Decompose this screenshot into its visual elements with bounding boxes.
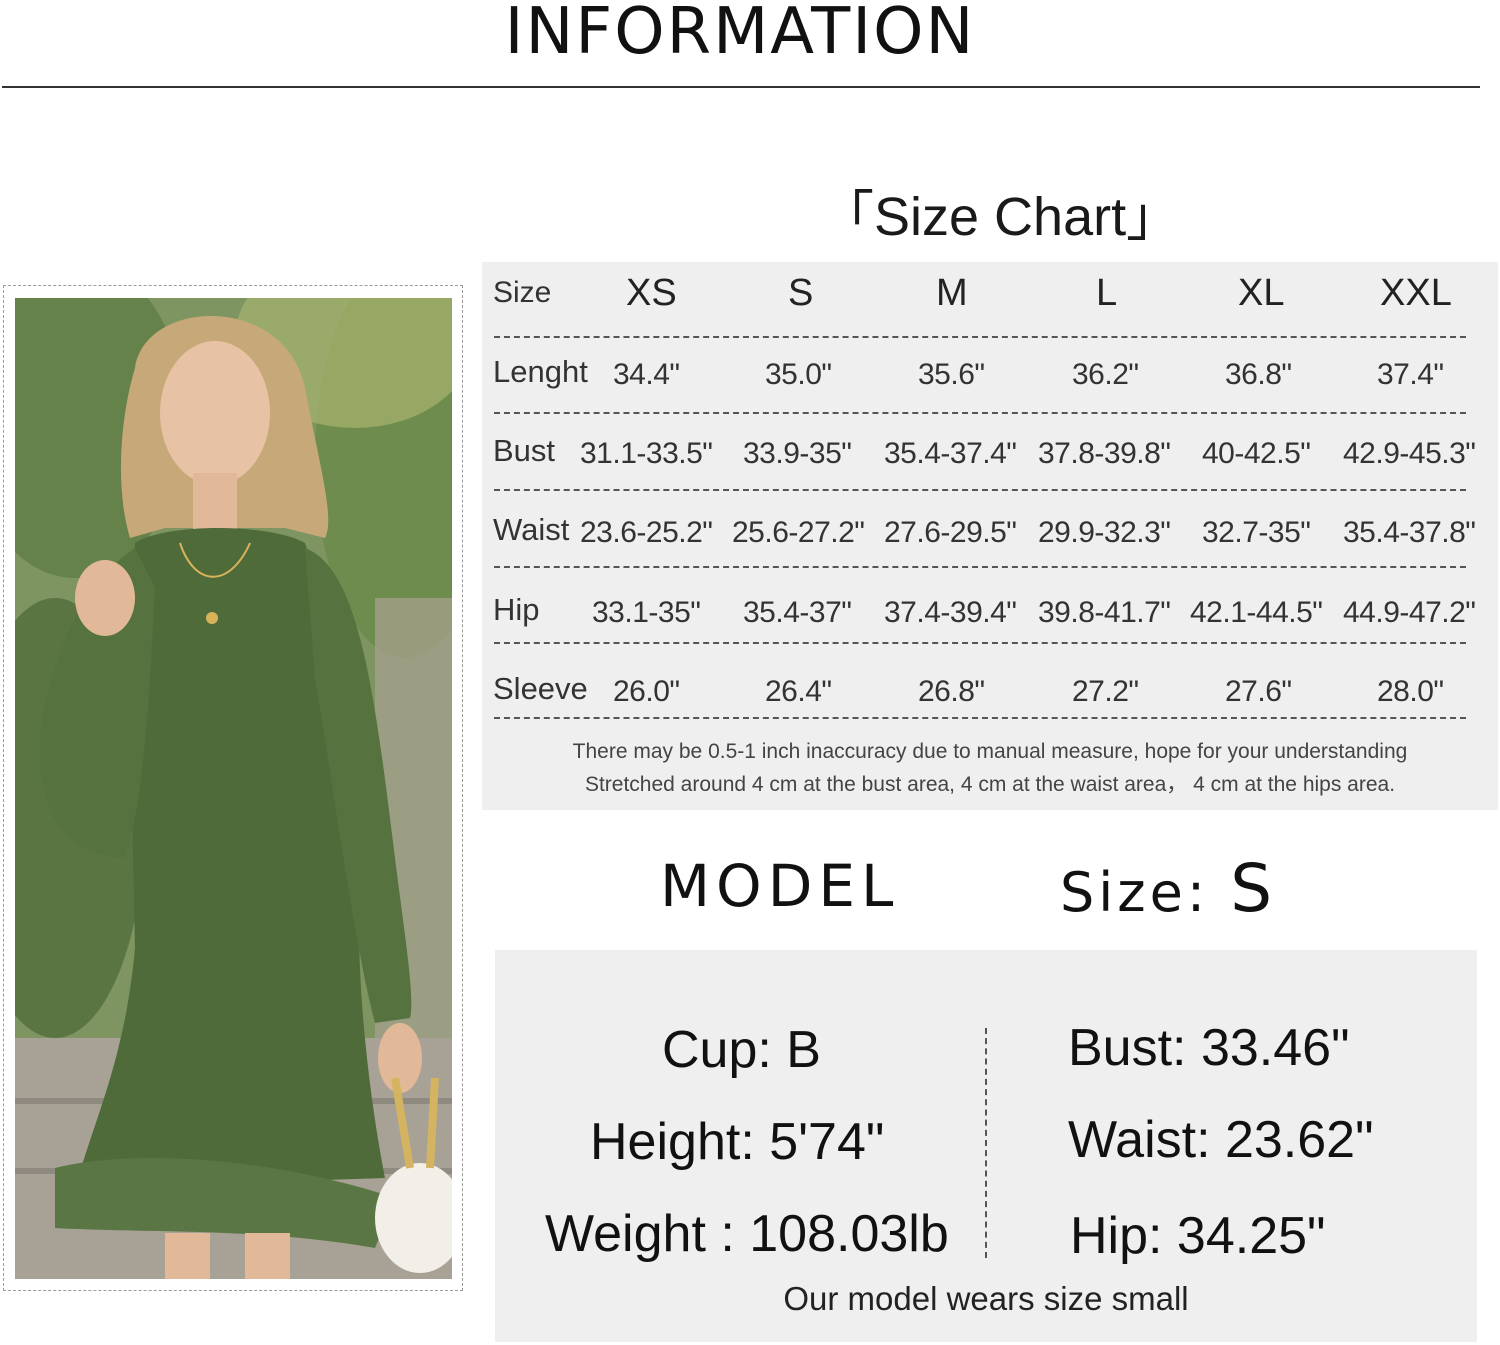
model-photo — [15, 298, 452, 1279]
cell-length-xs: 34.4" — [613, 358, 680, 391]
stretch-note: Stretched around 4 cm at the bust area, … — [584, 773, 1396, 796]
cell-length-l: 36.2" — [1072, 358, 1139, 391]
cell-hip-s: 35.4-37" — [743, 596, 852, 629]
size-col-xxl: XXL — [1380, 272, 1452, 314]
cell-sleeve-s: 26.4" — [765, 675, 832, 708]
row-label-length: Lenght — [493, 354, 588, 389]
cell-sleeve-xxl: 28.0" — [1377, 675, 1444, 708]
cell-hip-m: 37.4-39.4" — [884, 596, 1017, 629]
model-bust: Bust: 33.46" — [1068, 1019, 1350, 1077]
cell-length-s: 35.0" — [765, 358, 832, 391]
model-hip: Hip: 34.25" — [1070, 1207, 1326, 1265]
cell-length-xxl: 37.4" — [1377, 358, 1444, 391]
model-size-value: S — [1230, 850, 1277, 927]
model-photo-illustration — [15, 298, 452, 1279]
cell-sleeve-xl: 27.6" — [1225, 675, 1292, 708]
size-col-l: L — [1096, 272, 1118, 314]
row-divider — [494, 489, 1466, 491]
cell-bust-xxl: 42.9-45.3" — [1343, 437, 1476, 470]
cell-hip-xs: 33.1-35" — [592, 596, 701, 629]
row-divider — [494, 642, 1466, 644]
model-waist: Waist: 23.62" — [1068, 1111, 1374, 1169]
cell-length-xl: 36.8" — [1225, 358, 1292, 391]
row-divider — [494, 566, 1466, 568]
model-stats-divider — [985, 1028, 987, 1258]
cell-bust-s: 33.9-35" — [743, 437, 852, 470]
size-chart-title: 「Size Chart」 — [820, 187, 1181, 247]
model-height: Height: 5'74" — [590, 1113, 885, 1171]
model-weight: Weight : 108.03lb — [545, 1205, 949, 1263]
cell-bust-l: 37.8-39.8" — [1038, 437, 1171, 470]
size-col-xs: XS — [626, 272, 677, 314]
size-col-s: S — [788, 272, 814, 314]
title-divider — [2, 86, 1480, 88]
cell-bust-m: 35.4-37.4" — [884, 437, 1017, 470]
model-size-label: Size: — [1060, 861, 1210, 924]
measurement-note: There may be 0.5-1 inch inaccuracy due t… — [572, 740, 1408, 763]
cell-waist-m: 27.6-29.5" — [884, 516, 1017, 549]
cell-hip-l: 39.8-41.7" — [1038, 596, 1171, 629]
row-divider — [494, 412, 1466, 414]
cell-hip-xl: 42.1-44.5" — [1190, 596, 1323, 629]
cell-sleeve-xs: 26.0" — [613, 675, 680, 708]
row-label-sleeve: Sleeve — [493, 671, 588, 706]
cell-bust-xl: 40-42.5" — [1202, 437, 1311, 470]
model-size-heading: Size: S — [1060, 850, 1276, 927]
row-label-hip: Hip — [493, 592, 540, 627]
cell-waist-xs: 23.6-25.2" — [580, 516, 713, 549]
cell-waist-xxl: 35.4-37.8" — [1343, 516, 1476, 549]
cell-hip-xxl: 44.9-47.2" — [1343, 596, 1476, 629]
cell-length-m: 35.6" — [918, 358, 985, 391]
page-title: INFORMATION — [504, 0, 976, 69]
cell-sleeve-m: 26.8" — [918, 675, 985, 708]
row-divider — [494, 717, 1466, 719]
model-wears-note: Our model wears size small — [783, 1280, 1189, 1317]
size-col-xl: XL — [1238, 272, 1285, 314]
size-row-header: Size — [493, 276, 552, 309]
row-label-waist: Waist — [493, 512, 570, 547]
cell-waist-s: 25.6-27.2" — [732, 516, 865, 549]
cell-waist-xl: 32.7-35" — [1202, 516, 1311, 549]
size-col-m: M — [936, 272, 968, 314]
model-section-title: MODEL — [660, 852, 900, 920]
row-label-bust: Bust — [493, 433, 556, 468]
row-divider — [494, 336, 1466, 338]
cell-waist-l: 29.9-32.3" — [1038, 516, 1171, 549]
cell-bust-xs: 31.1-33.5" — [580, 437, 713, 470]
model-cup: Cup: B — [662, 1021, 821, 1079]
cell-sleeve-l: 27.2" — [1072, 675, 1139, 708]
